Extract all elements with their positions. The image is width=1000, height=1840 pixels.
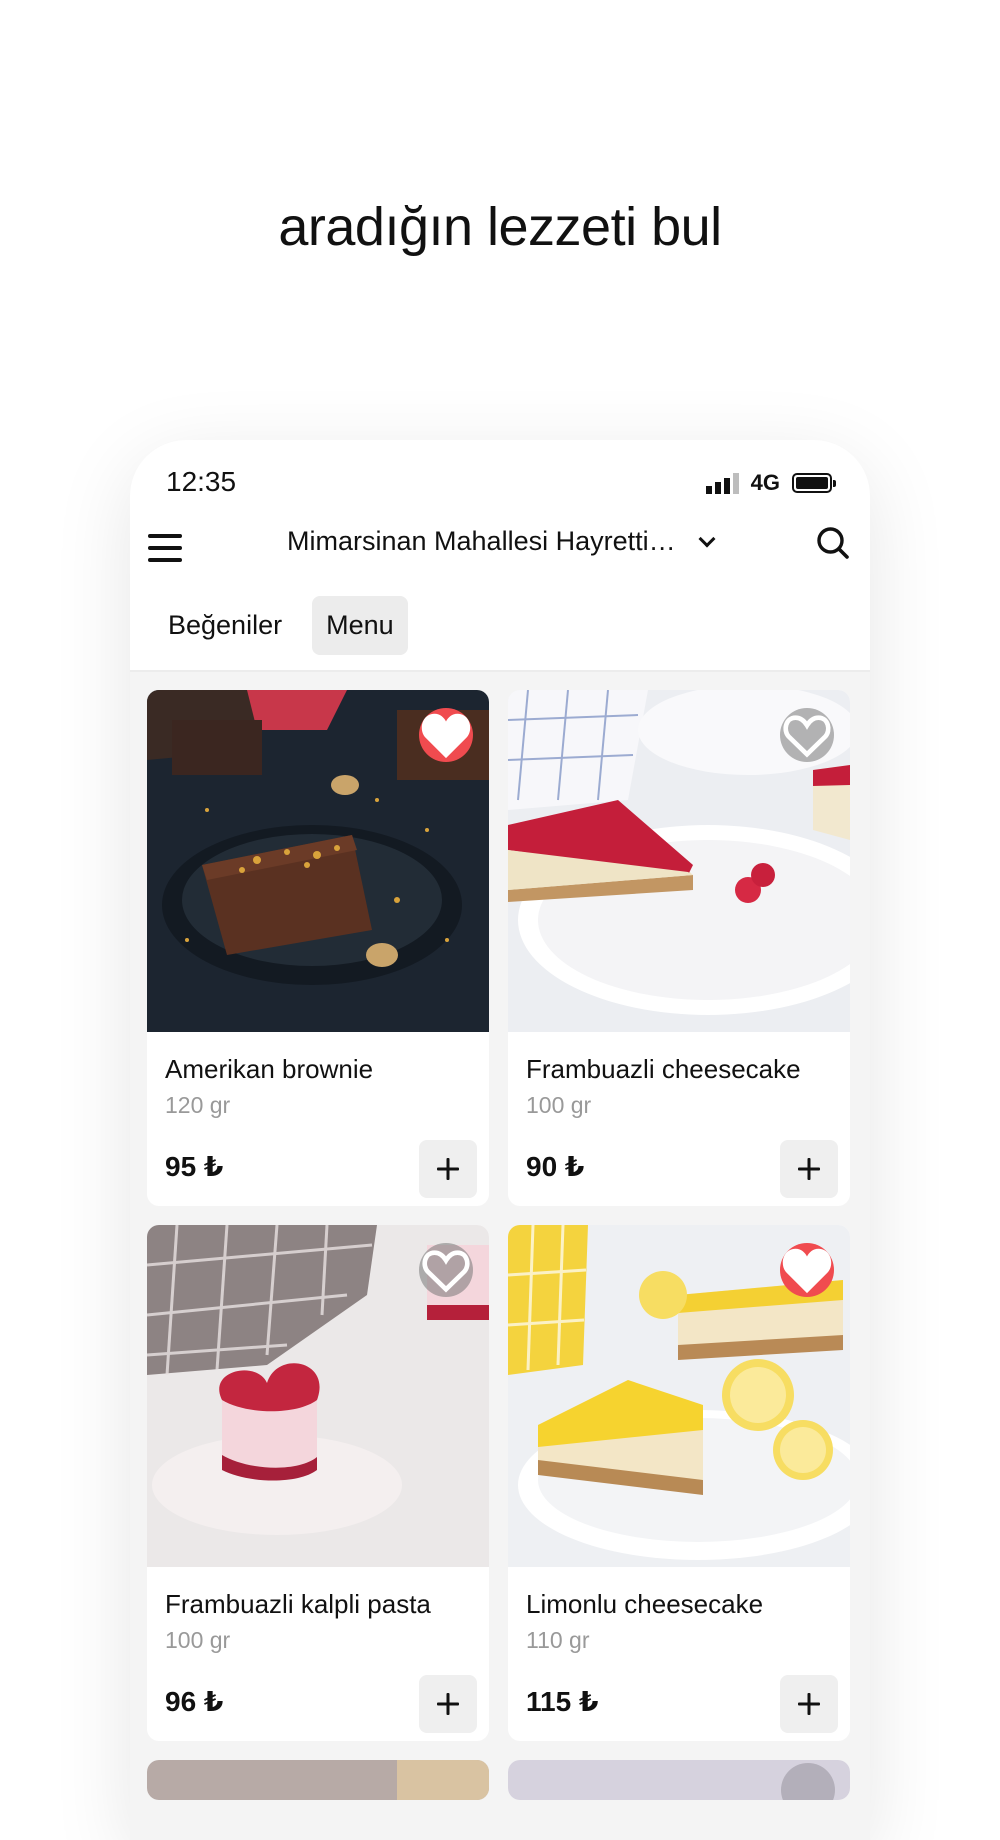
product-image-brownie <box>147 690 489 1032</box>
product-weight: 120 gr <box>165 1092 231 1118</box>
product-grid: Amerikan brownie 120 gr 95 ₺ Frambuazli … <box>147 690 853 1800</box>
product-card[interactable]: Frambuazli cheesecake 100 gr 90 ₺ <box>508 690 850 1206</box>
product-name: Limonlu cheesecake <box>526 1589 764 1619</box>
product-weight: 100 gr <box>526 1092 592 1118</box>
signal-icon <box>705 472 739 494</box>
product-price: 95 ₺ <box>165 1151 224 1182</box>
add-to-cart-button[interactable] <box>419 1675 477 1733</box>
favorite-button[interactable] <box>419 1243 473 1297</box>
product-card[interactable]: Limonlu cheesecake 110 gr 115 ₺ <box>508 1225 850 1741</box>
hamburger-menu-icon[interactable] <box>148 534 182 562</box>
product-card-partial[interactable] <box>147 1760 489 1800</box>
status-time: 12:35 <box>166 466 237 497</box>
category-tabs: Beğeniler Menu <box>154 596 408 655</box>
location-text: Mimarsinan Mahallesi Hayrettin ... <box>287 526 687 556</box>
chevron-down-icon <box>698 530 716 547</box>
product-card[interactable]: Amerikan brownie 120 gr 95 ₺ <box>147 690 489 1206</box>
product-image-partial <box>147 1760 489 1800</box>
headline: aradığın lezzeti bul <box>278 197 722 257</box>
product-name: Amerikan brownie <box>165 1054 374 1084</box>
status-bar-icons: 4G <box>705 470 836 496</box>
product-image-partial <box>508 1760 850 1800</box>
heart-outline-icon <box>783 715 831 758</box>
add-to-cart-button[interactable] <box>780 1140 838 1198</box>
tab-menu[interactable]: Menu <box>312 596 408 655</box>
product-name: Frambuazli kalpli pasta <box>165 1589 431 1619</box>
heart-filled-icon <box>782 1248 832 1294</box>
add-to-cart-button[interactable] <box>419 1140 477 1198</box>
product-price: 115 ₺ <box>526 1686 599 1717</box>
product-name: Frambuazli cheesecake <box>526 1054 801 1084</box>
top-nav: Mimarsinan Mahallesi Hayrettin ... <box>130 522 870 582</box>
product-card[interactable]: Frambuazli kalpli pasta 100 gr 96 ₺ <box>147 1225 489 1741</box>
phone-frame: 12:35 4G Mimarsinan Mahallesi Hayrettin … <box>130 440 870 1840</box>
location-selector[interactable]: Mimarsinan Mahallesi Hayrettin ... <box>280 526 720 557</box>
product-weight: 100 gr <box>165 1627 231 1653</box>
favorite-button[interactable] <box>780 708 834 762</box>
product-price: 96 ₺ <box>165 1686 224 1717</box>
heart-outline-icon <box>422 1250 470 1293</box>
product-image-kalpli-pasta <box>147 1225 489 1567</box>
product-image-frambuazli-cheesecake <box>508 690 850 1032</box>
heart-filled-icon <box>421 713 471 759</box>
product-image-limonlu-cheesecake <box>508 1225 850 1567</box>
tab-begeniler[interactable]: Beğeniler <box>154 596 296 655</box>
favorite-button[interactable] <box>780 1243 834 1297</box>
favorite-button[interactable] <box>419 708 473 762</box>
battery-icon <box>792 473 836 493</box>
search-icon[interactable] <box>816 526 850 560</box>
product-card-partial[interactable] <box>508 1760 850 1800</box>
product-price: 90 ₺ <box>526 1151 585 1182</box>
network-label: 4G <box>750 470 780 495</box>
add-to-cart-button[interactable] <box>780 1675 838 1733</box>
product-weight: 110 gr <box>526 1627 590 1653</box>
app-header: 12:35 4G Mimarsinan Mahallesi Hayrettin … <box>130 440 870 672</box>
